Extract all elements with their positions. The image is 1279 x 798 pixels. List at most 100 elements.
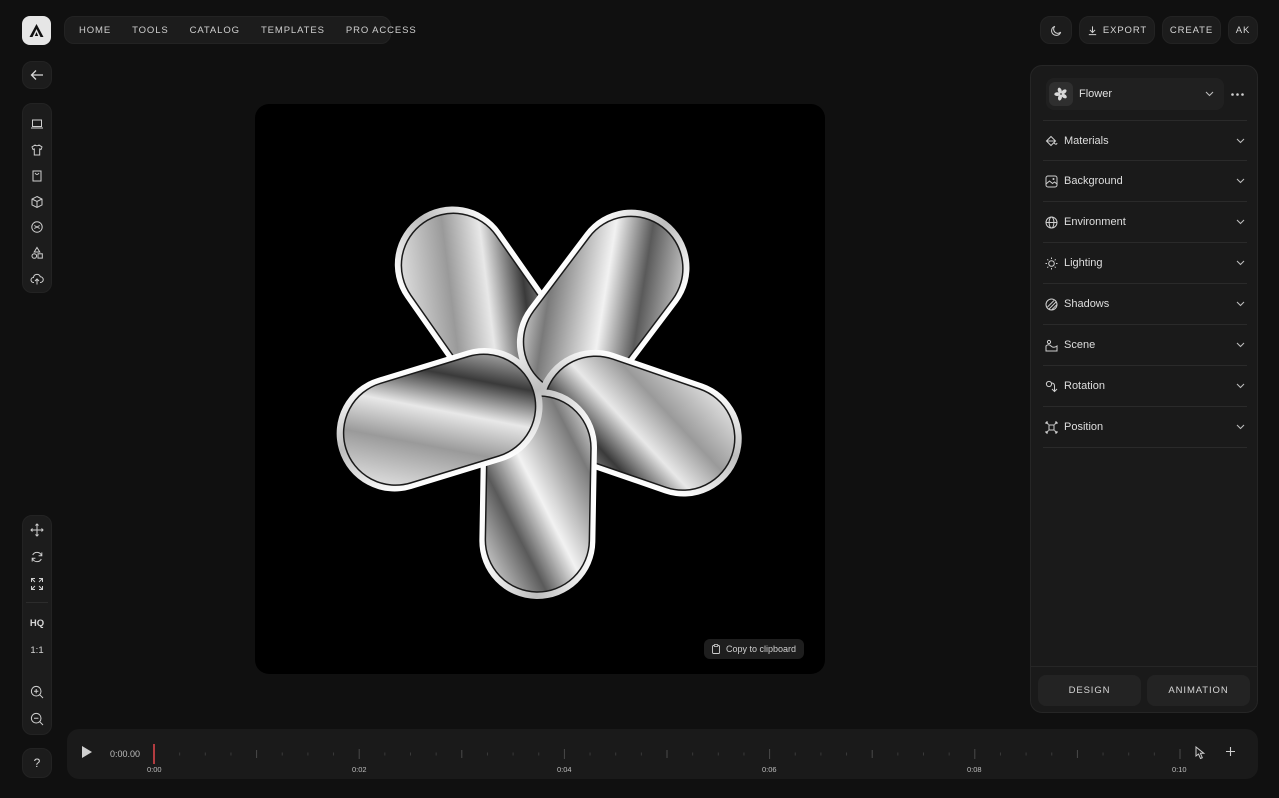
- model-thumbnail: [1049, 82, 1073, 106]
- chevron-down-icon: [1236, 424, 1245, 430]
- create-label: CREATE: [1169, 24, 1214, 36]
- export-label: EXPORT: [1102, 24, 1148, 36]
- bag-icon: [32, 170, 42, 182]
- shadows-icon: [1044, 297, 1058, 311]
- download-icon: [1088, 25, 1097, 35]
- expand-icon: [31, 577, 43, 590]
- nav-templates[interactable]: TEMPLATES: [261, 25, 325, 36]
- bag-tool[interactable]: [22, 163, 52, 189]
- section-scene[interactable]: Scene: [1043, 325, 1247, 366]
- help-button[interactable]: ?: [22, 748, 52, 778]
- copy-label: Copy to clipboard: [725, 644, 796, 654]
- position-icon: [1044, 420, 1058, 434]
- tshirt-icon: [31, 144, 43, 156]
- section-shadows[interactable]: Shadows: [1043, 284, 1247, 325]
- move-icon: [30, 522, 44, 537]
- render-canvas[interactable]: Copy to clipboard: [255, 104, 825, 674]
- timeline-ruler: [153, 744, 1181, 764]
- zoom-out-tool[interactable]: [22, 705, 52, 732]
- toolbar-divider: [26, 602, 48, 603]
- zoom-out-icon: [30, 712, 44, 725]
- apparel-tool[interactable]: [22, 137, 52, 163]
- chevron-down-icon: [1236, 260, 1245, 266]
- app-logo[interactable]: [22, 16, 51, 45]
- laptop-tool[interactable]: [22, 111, 52, 137]
- pointer-icon: [1195, 746, 1206, 760]
- back-button[interactable]: [22, 61, 52, 89]
- model-name: Flower: [1079, 88, 1113, 100]
- sticker-tool[interactable]: [22, 214, 52, 240]
- laptop-icon: [31, 119, 43, 129]
- time-label: 0:10: [1172, 765, 1187, 774]
- section-lighting[interactable]: Lighting: [1043, 243, 1247, 284]
- refresh-icon: [31, 551, 43, 562]
- chevron-down-icon: [1205, 91, 1214, 97]
- chevron-down-icon: [1236, 138, 1245, 143]
- plus-icon: [1226, 747, 1235, 756]
- zoom-in-icon: [30, 685, 44, 698]
- upload-tool[interactable]: [22, 266, 52, 292]
- rotation-icon: [1044, 379, 1058, 393]
- theme-toggle-button[interactable]: [1040, 16, 1072, 44]
- section-environment[interactable]: Environment: [1043, 202, 1247, 243]
- zoom-in-tool[interactable]: [22, 678, 52, 705]
- keyframe-cursor-button[interactable]: [1194, 746, 1212, 764]
- view-toolbar: HQ 1:1: [22, 515, 52, 735]
- time-label: 0:00: [147, 765, 162, 774]
- time-label: 0:02: [352, 765, 367, 774]
- nav-catalog[interactable]: CATALOG: [190, 25, 240, 36]
- avatar-initials: AK: [1235, 24, 1251, 36]
- box-tool[interactable]: [22, 189, 52, 215]
- section-label: Position: [1064, 421, 1104, 433]
- section-label: Lighting: [1064, 257, 1103, 269]
- section-label: Scene: [1064, 339, 1096, 351]
- chevron-down-icon: [1236, 178, 1245, 184]
- copy-to-clipboard-button[interactable]: Copy to clipboard: [703, 639, 804, 659]
- moon-icon: [1050, 25, 1061, 36]
- sticker-icon: [31, 221, 43, 234]
- section-label: Rotation: [1064, 380, 1105, 392]
- export-button[interactable]: EXPORT: [1079, 16, 1155, 44]
- cube-icon: [31, 195, 43, 208]
- upload-icon: [30, 273, 44, 285]
- panel-divider: [1031, 666, 1257, 667]
- animation-timeline[interactable]: 0:00.00 0:00 0:02 0:04 0:06 0:08 0:10: [67, 729, 1258, 779]
- section-label: Background: [1064, 175, 1123, 187]
- tab-design[interactable]: DESIGN: [1038, 675, 1141, 706]
- move-tool[interactable]: [22, 516, 52, 543]
- section-label: Environment: [1064, 216, 1126, 228]
- section-rotation[interactable]: Rotation: [1043, 366, 1247, 407]
- more-options-button[interactable]: [1227, 84, 1247, 104]
- create-button[interactable]: CREATE: [1162, 16, 1221, 44]
- tab-animation[interactable]: ANIMATION: [1147, 675, 1250, 706]
- section-materials[interactable]: Materials: [1043, 120, 1247, 161]
- logo-icon: [29, 24, 44, 37]
- hq-toggle[interactable]: HQ: [22, 610, 52, 637]
- section-position[interactable]: Position: [1043, 407, 1247, 448]
- object-toolbar: [22, 103, 52, 293]
- time-label: 0:08: [967, 765, 982, 774]
- chevron-down-icon: [1236, 301, 1245, 307]
- nav-tools[interactable]: TOOLS: [132, 25, 169, 36]
- user-avatar[interactable]: AK: [1228, 16, 1258, 44]
- fit-view-tool[interactable]: [22, 570, 52, 597]
- shapes-tool[interactable]: [22, 240, 52, 266]
- top-navigation: HOME TOOLS CATALOG TEMPLATES PRO ACCESS: [64, 16, 416, 44]
- add-keyframe-button[interactable]: [1225, 746, 1243, 764]
- model-select[interactable]: Flower: [1046, 78, 1224, 110]
- shapes-icon: [31, 246, 43, 260]
- properties-panel: Flower Materials Background Environment …: [1030, 65, 1258, 713]
- section-background[interactable]: Background: [1043, 161, 1247, 202]
- chevron-down-icon: [1236, 342, 1245, 348]
- section-label: Shadows: [1064, 298, 1110, 310]
- flower-icon: [1054, 87, 1067, 101]
- nav-pro-access[interactable]: PRO ACCESS: [346, 25, 417, 36]
- clipboard-icon: [712, 644, 720, 654]
- reset-rotation-tool[interactable]: [22, 543, 52, 570]
- flower-model-render: [336, 206, 742, 599]
- chevron-down-icon: [1236, 383, 1245, 389]
- aspect-ratio-toggle[interactable]: 1:1: [22, 637, 52, 664]
- nav-home[interactable]: HOME: [79, 25, 111, 36]
- section-label: Materials: [1064, 134, 1109, 147]
- more-horizontal-icon: [1230, 92, 1244, 96]
